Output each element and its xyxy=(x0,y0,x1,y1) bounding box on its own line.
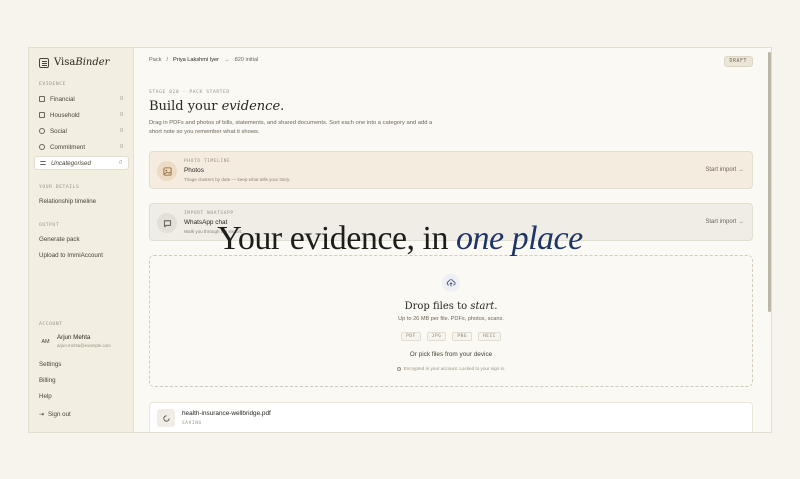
photo-timeline-card[interactable]: PHOTO TIMELINE Photos Triage clusters by… xyxy=(149,151,753,189)
image-icon xyxy=(157,161,177,181)
avatar[interactable]: AM xyxy=(39,335,52,348)
people-icon xyxy=(39,128,45,134)
card-kicker: IMPORT WHATSAPP xyxy=(184,211,234,216)
drop-title: Drop files to start. xyxy=(150,301,752,312)
file-type-tag: PNG xyxy=(452,332,473,341)
upload-cloud-icon xyxy=(442,274,460,292)
page-title: Build your evidence. xyxy=(149,99,284,114)
home-icon xyxy=(39,112,45,118)
brand-name-part1: Visa xyxy=(54,57,76,68)
pick-files-link[interactable]: Or pick files from your device xyxy=(150,351,752,358)
lock-icon xyxy=(396,366,401,371)
your-details-section-label: YOUR DETAILS xyxy=(39,185,80,190)
page-title-plain: Build your xyxy=(149,99,222,114)
sidebar-item-commitment[interactable]: Commitment 0 xyxy=(34,140,129,154)
sidebar-item-household[interactable]: Household 0 xyxy=(34,108,129,122)
breadcrumb-arrow: → xyxy=(224,57,230,63)
status-badge: DRAFT xyxy=(723,56,753,67)
account-section-label: ACCOUNT xyxy=(39,322,63,327)
sidebar-item-financial[interactable]: Financial 0 xyxy=(34,92,129,106)
brand-name-part2: Binder xyxy=(75,57,110,68)
sidebar-item-settings[interactable]: Settings xyxy=(39,361,61,368)
sign-out-label: Sign out xyxy=(48,411,71,418)
sidebar-item-help[interactable]: Help xyxy=(39,393,52,400)
sign-out-link[interactable]: ⇥ Sign out xyxy=(39,411,71,418)
breadcrumb-visa-subclass: 820 initial xyxy=(234,57,259,63)
breadcrumb: Pack / Priya Lakshmi Iyer → 820 initial xyxy=(149,57,258,63)
brand[interactable]: Visa Binder xyxy=(39,57,109,68)
sidebar-item-label: Household xyxy=(50,111,80,119)
ring-icon xyxy=(39,144,45,150)
sidebar-item-count: 0 xyxy=(120,96,123,102)
file-name: health-insurance-wellbridge.pdf xyxy=(182,410,271,417)
page-description: Drag in PDFs and photos of bills, statem… xyxy=(149,120,433,135)
card-icon xyxy=(39,96,45,102)
card-subtitle: Triage clusters by date — keep what tell… xyxy=(184,177,291,182)
file-type-tag: JPG xyxy=(426,332,447,341)
hero-caption: Your evidence, in one place xyxy=(0,220,800,258)
file-type-tag: HEIC xyxy=(478,332,501,341)
file-drop-zone[interactable]: Drop files to start. Up to 26 MB per fil… xyxy=(149,255,753,387)
stage-label: STAGE 820 · PACK STARTED xyxy=(149,90,230,95)
hero-caption-emphasis: one place xyxy=(456,220,583,257)
sidebar-item-count: 0 xyxy=(120,144,123,150)
encryption-note-text: Encrypted in your account. Locked to you… xyxy=(403,366,506,371)
sidebar-item-label: Uncategorised xyxy=(51,159,91,167)
spinner-icon xyxy=(157,409,175,427)
sign-out-icon: ⇥ xyxy=(39,412,45,418)
breadcrumb-pack[interactable]: Pack xyxy=(149,57,161,63)
sidebar-item-billing[interactable]: Billing xyxy=(39,377,56,384)
drop-subtitle: Up to 26 MB per file. PDFs, photos, scan… xyxy=(398,316,504,322)
list-icon xyxy=(40,161,46,165)
sidebar-item-social[interactable]: Social 0 xyxy=(34,124,129,138)
sidebar-item-count: 0 xyxy=(120,128,123,134)
sidebar-item-label: Social xyxy=(50,127,67,135)
binder-logo-icon xyxy=(39,57,49,68)
drop-title-plain: Drop files to xyxy=(404,301,471,312)
list-item[interactable]: health-insurance-wellbridge.pdf SAVING xyxy=(149,402,753,432)
sidebar-item-count: 0 xyxy=(120,112,123,118)
card-title: Photos xyxy=(184,167,204,174)
drop-title-emphasis: start. xyxy=(470,301,498,312)
file-type-list: PDF JPG PNG HEIC xyxy=(150,332,752,341)
sidebar-item-relationship-timeline[interactable]: Relationship timeline xyxy=(39,198,96,205)
breadcrumb-partner[interactable]: Priya Lakshmi Iyer xyxy=(173,57,219,63)
sidebar-item-label: Commitment xyxy=(50,143,86,151)
file-status: SAVING xyxy=(182,421,202,426)
file-type-tag: PDF xyxy=(401,332,421,341)
user-name: Arjun Mehta xyxy=(57,334,91,341)
user-email: arjun.mehta@example.com xyxy=(57,343,111,348)
breadcrumb-separator: / xyxy=(166,57,168,63)
sidebar-item-count: 0 xyxy=(119,160,122,166)
sidebar-item-label: Financial xyxy=(50,95,75,103)
hero-caption-plain: Your evidence, in xyxy=(217,220,456,257)
page-title-emphasis: evidence. xyxy=(221,99,285,114)
evidence-section-label: EVIDENCE xyxy=(39,82,66,87)
sidebar-item-uncategorised[interactable]: Uncategorised 0 xyxy=(34,156,129,170)
encryption-note: Encrypted in your account. Locked to you… xyxy=(150,366,752,371)
card-kicker: PHOTO TIMELINE xyxy=(184,159,231,164)
scrollbar[interactable] xyxy=(768,52,771,312)
start-import-photos-button[interactable]: Start import → xyxy=(705,167,744,173)
